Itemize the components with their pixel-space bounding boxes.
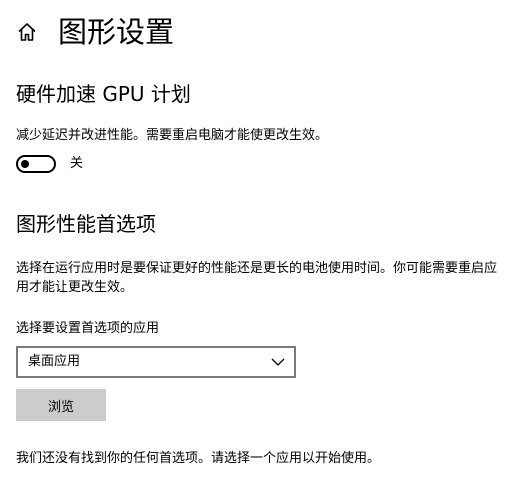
browse-button[interactable]: 浏览 bbox=[16, 389, 106, 421]
gpu-scheduling-description: 减少延迟并改进性能。需要重启电脑才能使更改生效。 bbox=[16, 128, 329, 143]
graphics-settings-page: 图形设置 硬件加速 GPU 计划 减少延迟并改进性能。需要重启电脑才能使更改生效… bbox=[0, 0, 528, 491]
chevron-down-icon bbox=[270, 354, 286, 370]
home-icon[interactable] bbox=[16, 21, 38, 43]
page-header: 图形设置 bbox=[16, 10, 174, 54]
toggle-knob bbox=[21, 160, 29, 168]
gpu-scheduling-toggle[interactable] bbox=[16, 155, 56, 173]
gpu-scheduling-title: 硬件加速 GPU 计划 bbox=[16, 82, 191, 106]
graphics-preference-description: 选择在运行应用时是要保证更好的性能还是更长的电池使用时间。你可能需要重启应用才能… bbox=[16, 261, 498, 295]
app-type-select-label: 选择要设置首选项的应用 bbox=[16, 321, 160, 336]
empty-preferences-message: 我们还没有找到你的任何首选项。请选择一个应用以开始使用。 bbox=[16, 451, 381, 466]
toggle-state-label: 关 bbox=[70, 156, 84, 171]
app-type-select-value: 桌面应用 bbox=[28, 354, 81, 369]
graphics-preference-title: 图形性能首选项 bbox=[16, 212, 156, 236]
app-type-select[interactable]: 桌面应用 bbox=[16, 346, 296, 378]
page-title: 图形设置 bbox=[58, 15, 175, 49]
gpu-scheduling-toggle-row: 关 bbox=[16, 153, 83, 175]
